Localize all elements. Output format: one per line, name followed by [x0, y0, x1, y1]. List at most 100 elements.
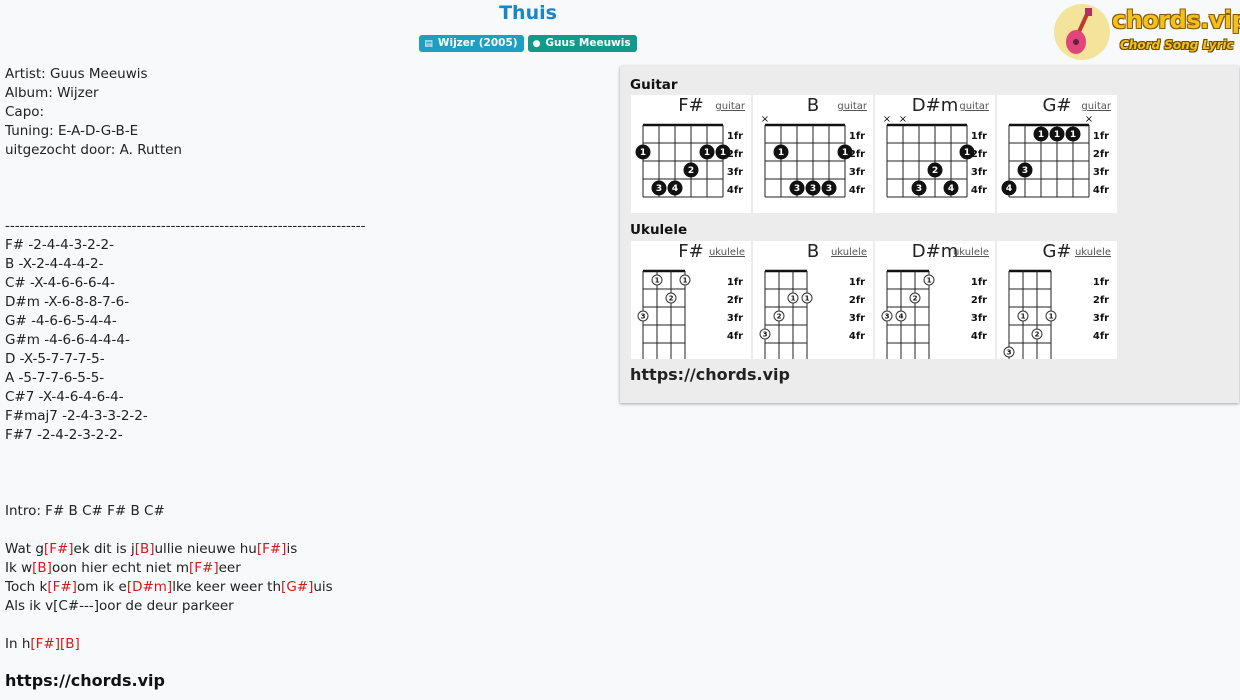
svg-text:1: 1 [1038, 130, 1044, 140]
artist-badge[interactable]: ● Guus Meeuwis [527, 35, 637, 52]
fret-number-label: 3fr [849, 313, 865, 324]
svg-text:1: 1 [805, 295, 810, 303]
chord-marker[interactable]: [B] [32, 560, 52, 576]
ukulele-chord-card[interactable]: G# ukulele 1fr 2fr 3fr 4fr 1 1 2 3 [997, 241, 1117, 359]
album-badge[interactable]: ▤ Wijzer (2005) [419, 35, 524, 52]
panel-url[interactable]: https://chords.vip [630, 365, 790, 384]
song-badges: ▤ Wijzer (2005) ● Guus Meeuwis [0, 35, 1056, 52]
chord-marker[interactable]: [B] [135, 541, 155, 557]
svg-text:3: 3 [916, 184, 922, 194]
sheet-line: Ik w[B]oon hier echt niet m[F#]eer [5, 559, 605, 578]
chord-marker[interactable]: [F#] [44, 541, 74, 557]
lyric-text: Als ik v[C#---]oor de deur parkeer [5, 598, 234, 614]
lyric-text: Toch k [5, 579, 48, 595]
finger-dot: 1 [699, 144, 715, 160]
chord-marker[interactable]: [F#] [47, 579, 77, 595]
finger-dot: 2 [927, 162, 943, 178]
chord-marker[interactable]: [F#] [257, 541, 287, 557]
svg-text:1: 1 [683, 277, 688, 285]
fret-number-label: 1fr [849, 131, 865, 142]
sheet-line [5, 198, 605, 217]
svg-text:3: 3 [763, 331, 768, 339]
ukulele-chord-card[interactable]: Bukulele 1fr 2fr 3fr 4fr 1 1 2 3 [753, 241, 873, 359]
svg-text:1: 1 [964, 148, 970, 158]
lyric-text: D#m -X-6-8-8-7-6- [5, 294, 130, 310]
lyric-text: uitgezocht door: A. Rutten [5, 142, 182, 158]
finger-dot: 4 [1001, 180, 1017, 196]
lyric-text: Ik w [5, 560, 33, 576]
finger-dot: 3 [789, 180, 805, 196]
finger-dot: 1 [1033, 126, 1049, 142]
fret-number-label: 4fr [849, 185, 865, 196]
fret-number-label: 4fr [971, 185, 987, 196]
finger-dot: 1 [1049, 126, 1065, 142]
lyric-text: om ik e [76, 579, 127, 595]
sheet-line: B -X-2-4-4-4-2- [5, 255, 605, 274]
guitar-chord-cards: F# guitar 1fr 2fr 3fr 4fr 1 1 1 2 3 4 Bguitar 1fr 2fr 3… [631, 95, 1117, 213]
ukulele-chord-card[interactable]: F# ukulele 1fr 2fr 3fr 4fr 1 1 2 3 [631, 241, 751, 359]
finger-dot: 2 [665, 292, 677, 304]
guitar-chord-card[interactable]: F# guitar 1fr 2fr 3fr 4fr 1 1 1 2 3 4 [631, 95, 751, 213]
fret-number-label: 2fr [1093, 295, 1109, 306]
fret-number-label: 1fr [849, 277, 865, 288]
sheet-line: A -5-7-7-6-5-5- [5, 369, 605, 388]
sheet-line: Artist: Guus Meeuwis [5, 65, 605, 84]
chord-diagram: 1fr2fr3fr4fr×1 1 134 [1001, 114, 1109, 198]
lyric-text: oon hier echt niet m [51, 560, 189, 576]
lyric-text: Capo: [5, 104, 45, 120]
lyric-text: is [286, 541, 298, 557]
lyric-text: Album: Wijzer [5, 85, 99, 101]
footer-url[interactable]: https://chords.vip [5, 671, 165, 690]
album-icon: ▤ [424, 39, 433, 49]
lyric-text: ----------------------------------------… [5, 218, 366, 234]
finger-dot: 3 [651, 180, 667, 196]
chord-sheet: Artist: Guus Meeuwis Album: Wijzer Capo: Tu… [5, 65, 605, 654]
lyric-text: eer [218, 560, 241, 576]
finger-dot: 1 [651, 274, 663, 286]
finger-dot: 1 [773, 144, 789, 160]
fret-number-label: 4fr [727, 331, 743, 342]
lyric-text: D -X-5-7-7-7-5- [5, 351, 105, 367]
sheet-line: Toch k[F#]om ik e[D#m]lke keer weer th[G… [5, 578, 605, 597]
chord-marker[interactable]: [F#] [30, 636, 60, 652]
fret-number-label: 4fr [971, 331, 987, 342]
sheet-line: C#7 -X-4-6-4-6-4- [5, 388, 605, 407]
finger-dot: 2 [909, 292, 921, 304]
svg-text:4: 4 [948, 184, 954, 194]
finger-dot: 1 [787, 292, 799, 304]
lyric-text: uis [313, 579, 333, 595]
lyric-text: In h [5, 636, 31, 652]
fret-number-label: 1fr [971, 277, 987, 288]
lyric-text: F#7 -2-4-2-3-2-2- [5, 427, 123, 443]
chord-marker[interactable]: [F#] [189, 560, 219, 576]
user-icon: ● [532, 39, 541, 49]
song-title: Thuis [499, 2, 557, 24]
svg-text:4: 4 [672, 184, 678, 194]
guitar-chord-card[interactable]: G# guitar 1fr 2fr 3fr 4fr × 1 1 1 3 4 [997, 95, 1117, 213]
fret-number-label: 3fr [971, 313, 987, 324]
finger-dot: 1 [1017, 310, 1029, 322]
chord-marker[interactable]: [D#m] [127, 579, 172, 595]
lyric-text: G# -4-6-6-5-4-4- [5, 313, 117, 329]
lyric-text: C#7 -X-4-6-4-6-4- [5, 389, 124, 405]
svg-text:3: 3 [826, 184, 832, 194]
finger-dot: 3 [881, 310, 893, 322]
svg-text:3: 3 [641, 313, 646, 321]
finger-dot: 1 [923, 274, 935, 286]
svg-text:1: 1 [778, 148, 784, 158]
logo-tagline: Chord Song Lyric [1120, 38, 1234, 52]
sheet-line: C# -X-4-6-6-6-4- [5, 274, 605, 293]
svg-text:4: 4 [1006, 184, 1012, 194]
chord-marker[interactable]: [G#] [281, 579, 313, 595]
sheet-line [5, 179, 605, 198]
svg-text:2: 2 [777, 313, 782, 321]
finger-dot: 4 [667, 180, 683, 196]
sheet-line: D -X-5-7-7-7-5- [5, 350, 605, 369]
guitar-chord-card[interactable]: D#m guitar 1fr 2fr 3fr 4fr × × 1 2 3 4 [875, 95, 995, 213]
finger-dot: 1 [1045, 310, 1057, 322]
sheet-line: Album: Wijzer [5, 84, 605, 103]
guitar-chord-card[interactable]: Bguitar 1fr 2fr 3fr 4fr × 1 1 3 3 3 [753, 95, 873, 213]
ukulele-chord-card[interactable]: D#m ukulele 1fr 2fr 3fr 4fr 1 2 3 4 [875, 241, 995, 359]
chord-marker[interactable]: [B] [60, 636, 80, 652]
site-logo[interactable]: chords.vip Chord Song Lyric [1054, 4, 1240, 60]
